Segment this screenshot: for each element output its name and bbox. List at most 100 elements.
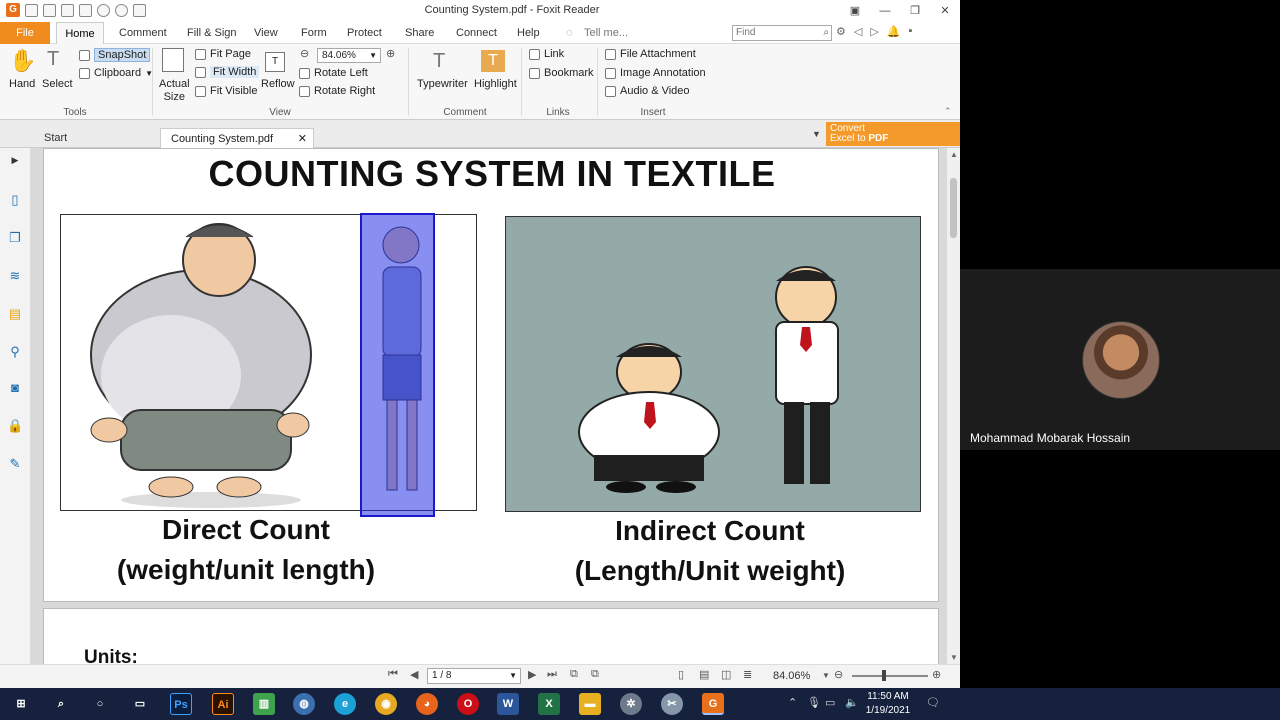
select-tool-button[interactable]: Select bbox=[42, 78, 73, 90]
image-annotation-button[interactable]: Image Annotation bbox=[605, 67, 706, 79]
globe-app-icon[interactable]: ◍ bbox=[293, 693, 315, 715]
continuous-facing-icon[interactable]: ≣ bbox=[743, 668, 752, 681]
reflow-button[interactable]: Reflow bbox=[261, 78, 295, 90]
action-center-icon[interactable]: 🗨 bbox=[926, 696, 940, 709]
maximize-button[interactable]: ❐ bbox=[900, 0, 930, 22]
page-number-input[interactable]: 1 / 8 ▼ bbox=[427, 668, 521, 684]
tab-start[interactable]: Start bbox=[34, 128, 156, 148]
pages-panel-icon[interactable]: ❐ bbox=[7, 230, 23, 246]
settings-app-icon[interactable]: ✲ bbox=[620, 693, 642, 715]
word-icon[interactable]: W bbox=[497, 693, 519, 715]
network-icon[interactable]: ▭ bbox=[825, 696, 835, 709]
windows-start-icon[interactable]: ⊞ bbox=[10, 693, 32, 715]
bookmark-button[interactable]: Bookmark bbox=[529, 67, 594, 79]
convert-ad-banner[interactable]: Convert Excel to PDF bbox=[826, 122, 960, 146]
previous-page-icon[interactable]: ◀ bbox=[410, 668, 418, 681]
security-lock-icon[interactable]: 🔒 bbox=[7, 418, 23, 434]
audio-video-button[interactable]: Audio & Video bbox=[605, 85, 690, 97]
tab-fill-sign[interactable]: Fill & Sign bbox=[187, 22, 237, 44]
photoshop-icon[interactable]: Ps bbox=[170, 693, 192, 715]
continuous-page-icon[interactable]: ▤ bbox=[699, 668, 709, 681]
opera-icon[interactable]: O bbox=[457, 693, 479, 715]
highlight-annotation[interactable] bbox=[360, 213, 435, 517]
next-page-icon[interactable]: ▶ bbox=[528, 668, 536, 681]
file-explorer-icon[interactable]: ▬ bbox=[579, 693, 601, 715]
tab-list-icon[interactable]: ▼ bbox=[812, 129, 821, 139]
zoom-in-icon[interactable]: ⊕ bbox=[386, 47, 395, 60]
tab-counting-system[interactable]: Counting System.pdf ✕ bbox=[160, 128, 314, 148]
scroll-up-icon[interactable]: ▲ bbox=[950, 150, 958, 159]
snapshot-button[interactable]: SnapShot bbox=[79, 48, 151, 62]
foxit-taskbar-icon[interactable]: G bbox=[702, 693, 724, 715]
typewriter-button[interactable]: Typewriter bbox=[417, 78, 468, 90]
minimize-button[interactable]: — bbox=[870, 0, 900, 22]
chevron-down-icon[interactable]: ▼ bbox=[822, 671, 830, 680]
destinations-panel-icon[interactable]: ✎ bbox=[7, 456, 23, 472]
first-page-icon[interactable]: ⏮ bbox=[388, 668, 398, 681]
tab-share[interactable]: Share bbox=[405, 22, 434, 44]
previous-view-icon[interactable]: ⧉ bbox=[570, 668, 578, 681]
attachments-panel-icon[interactable]: ⚲ bbox=[7, 344, 23, 360]
zoom-out-icon[interactable]: ⊖ bbox=[834, 668, 843, 681]
facing-page-icon[interactable]: ◫ bbox=[721, 668, 731, 681]
tab-view[interactable]: View bbox=[254, 22, 278, 44]
single-page-icon[interactable]: ▯ bbox=[678, 668, 684, 681]
search-icon[interactable]: ⌕ bbox=[50, 693, 72, 715]
rotate-right-button[interactable]: Rotate Right bbox=[299, 85, 375, 97]
zoom-slider-handle[interactable] bbox=[882, 670, 886, 681]
notification-icon[interactable]: 🔔 bbox=[887, 25, 901, 38]
actual-size-button[interactable]: Actual Size bbox=[159, 78, 190, 104]
settings-icon[interactable]: ⚙ bbox=[836, 25, 846, 38]
zoom-percentage[interactable]: 84.06% bbox=[773, 670, 810, 682]
clipboard-button[interactable]: Clipboard ▼ bbox=[79, 67, 153, 79]
forward-icon[interactable]: ▷ bbox=[870, 25, 878, 38]
find-input[interactable]: Find ⌕ bbox=[732, 25, 832, 41]
rotate-left-button[interactable]: Rotate Left bbox=[299, 67, 368, 79]
cortana-icon[interactable]: ○ bbox=[89, 693, 111, 715]
document-view[interactable]: COUNTING SYSTEM IN TEXTILE Direct Count … bbox=[31, 148, 947, 664]
close-tab-icon[interactable]: ✕ bbox=[298, 129, 307, 149]
zoom-out-icon[interactable]: ⊖ bbox=[300, 47, 309, 60]
edge-icon[interactable]: e bbox=[334, 693, 356, 715]
tab-home[interactable]: Home bbox=[56, 22, 104, 44]
tell-me-box[interactable]: Tell me... bbox=[584, 22, 628, 44]
comments-panel-icon[interactable]: ▤ bbox=[7, 306, 23, 322]
zoom-select[interactable]: 84.06% ▼ bbox=[317, 48, 381, 63]
task-view-icon[interactable]: ▭ bbox=[129, 693, 151, 715]
tab-protect[interactable]: Protect bbox=[347, 22, 382, 44]
zoom-in-icon[interactable]: ⊕ bbox=[932, 668, 941, 681]
zoom-slider[interactable] bbox=[852, 675, 928, 677]
tab-comment[interactable]: Comment bbox=[119, 22, 167, 44]
excel-icon[interactable]: X bbox=[538, 693, 560, 715]
hand-tool-button[interactable]: Hand bbox=[9, 78, 35, 90]
volume-icon[interactable]: 🔈 bbox=[845, 696, 859, 709]
tab-file[interactable]: File bbox=[0, 22, 50, 44]
fit-width-button[interactable]: Fit Width bbox=[195, 66, 260, 78]
next-view-icon[interactable]: ⧉ bbox=[591, 668, 599, 681]
search-icon[interactable]: ⌕ bbox=[823, 26, 829, 40]
file-attachment-button[interactable]: File Attachment bbox=[605, 48, 696, 60]
system-clock[interactable]: 11:50 AM 1/19/2021 bbox=[860, 690, 916, 718]
chrome-icon[interactable]: ◉ bbox=[375, 693, 397, 715]
highlight-button[interactable]: Highlight bbox=[474, 78, 517, 90]
vertical-scrollbar[interactable]: ▲ ▼ bbox=[947, 148, 960, 664]
expand-panel-icon[interactable]: ▶ bbox=[7, 152, 23, 168]
restore-layout-icon[interactable]: ▣ bbox=[840, 0, 870, 22]
microphone-icon[interactable]: 🎙 bbox=[807, 696, 821, 709]
tab-form[interactable]: Form bbox=[301, 22, 327, 44]
user-icon[interactable]: ▪ bbox=[909, 25, 913, 38]
close-button[interactable]: ✕ bbox=[930, 0, 960, 22]
tab-help[interactable]: Help bbox=[517, 22, 540, 44]
layers-panel-icon[interactable]: ≋ bbox=[7, 268, 23, 284]
fit-visible-button[interactable]: Fit Visible bbox=[195, 85, 257, 97]
illustrator-icon[interactable]: Ai bbox=[212, 693, 234, 715]
fit-page-button[interactable]: Fit Page bbox=[195, 48, 251, 60]
link-button[interactable]: Link bbox=[529, 48, 564, 60]
chart-app-icon[interactable]: ▥ bbox=[253, 693, 275, 715]
show-hidden-icons-icon[interactable]: ⌃ bbox=[788, 696, 797, 709]
firefox-icon[interactable]: ◕ bbox=[416, 693, 438, 715]
tab-connect[interactable]: Connect bbox=[456, 22, 497, 44]
scrollbar-thumb[interactable] bbox=[950, 178, 957, 238]
back-icon[interactable]: ◁ bbox=[854, 25, 862, 38]
last-page-icon[interactable]: ⏭ bbox=[547, 668, 557, 681]
